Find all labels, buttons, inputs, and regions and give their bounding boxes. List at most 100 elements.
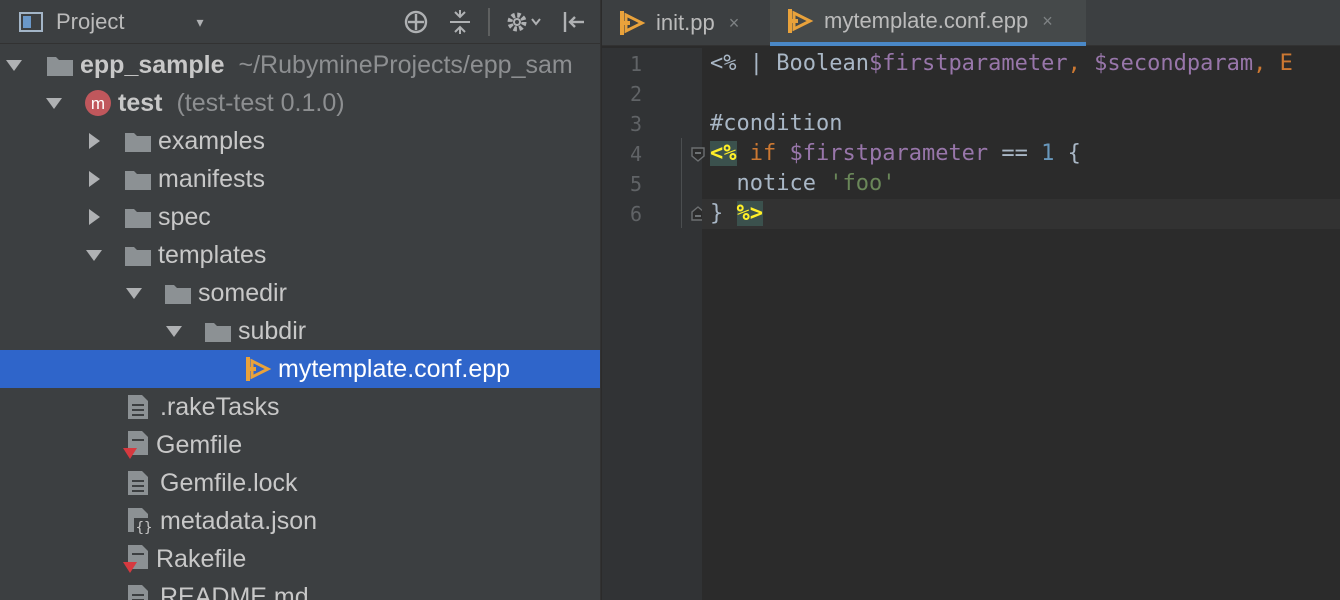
tree-item-label: manifests: [158, 164, 265, 193]
tree-item-gemfile[interactable]: Gemfile: [0, 426, 600, 464]
folder-icon: [124, 165, 156, 193]
code-identifier: notice: [736, 171, 830, 196]
code-keyword: if: [749, 141, 777, 166]
close-icon[interactable]: ×: [1042, 11, 1053, 32]
tree-item-label: Rakefile: [156, 544, 247, 573]
tree-item-label: Gemfile.lock: [160, 468, 298, 497]
expanded-arrow-icon[interactable]: [124, 283, 144, 303]
locate-icon[interactable]: [400, 0, 432, 44]
code-brace: }: [710, 201, 737, 226]
code-line-5: notice 'foo': [702, 169, 1340, 199]
tree-item-raketasks[interactable]: .rakeTasks: [0, 388, 600, 426]
code-comment: #condition: [710, 111, 843, 136]
gear-icon[interactable]: [500, 0, 548, 44]
line-number-gutter[interactable]: 1 2 3 4 5 6: [602, 48, 705, 600]
code-truncated-rest: , E: [1253, 51, 1293, 76]
code-variable: $firstparameter: [789, 141, 989, 166]
tree-item-label: somedir: [198, 278, 287, 307]
expanded-arrow-icon[interactable]: [84, 245, 104, 265]
tree-item-label: templates: [158, 240, 267, 269]
panel-title[interactable]: Project: [56, 0, 176, 44]
text-file-icon: [126, 469, 158, 497]
text-file-icon: [126, 583, 158, 600]
expanded-arrow-icon[interactable]: [164, 321, 184, 341]
code-variable: $secondparam: [1094, 51, 1254, 76]
tree-item-label: epp_sample: [80, 50, 225, 79]
line-number: 1: [629, 52, 642, 76]
code-line-6-current: } %>: [702, 199, 1340, 229]
toolbar-separator: [488, 0, 490, 44]
project-tool-window: Project ▾ epp_sample ~/RubymineProjects/…: [0, 0, 600, 600]
tree-item-label: README.md: [160, 582, 309, 600]
json-file-icon: {}: [126, 507, 158, 536]
folder-icon: [204, 317, 236, 345]
tree-item-somedir[interactable]: somedir: [0, 274, 600, 312]
tree-item-label: examples: [158, 126, 265, 155]
collapsed-arrow-icon[interactable]: [84, 169, 104, 189]
code-pipe: |: [736, 51, 777, 76]
ruby-file-icon: [122, 431, 154, 459]
svg-text:{}: {}: [136, 520, 153, 536]
close-icon[interactable]: ×: [729, 13, 740, 34]
code-number: 1: [1041, 141, 1055, 166]
folder-icon: [164, 279, 196, 307]
code-operator: ==: [988, 141, 1042, 166]
tree-item-mytemplate-conf-epp[interactable]: mytemplate.conf.epp: [0, 350, 600, 388]
code-brace: {: [1054, 141, 1081, 166]
tree-item-metadata-json[interactable]: {} metadata.json: [0, 502, 600, 540]
epp-tag-close: %>: [736, 201, 763, 226]
tree-item-label: metadata.json: [160, 506, 318, 535]
tree-item-version-hint: (test-test 0.1.0): [176, 88, 345, 117]
folder-icon: [124, 241, 156, 269]
hide-panel-icon[interactable]: [556, 0, 592, 44]
tree-item-spec[interactable]: spec: [0, 198, 600, 236]
tree-item-label: .rakeTasks: [160, 392, 280, 421]
tree-item-label: mytemplate.conf.epp: [278, 354, 511, 383]
project-view-icon: [16, 0, 46, 44]
tab-label: init.pp: [656, 10, 715, 35]
expanded-arrow-icon[interactable]: [4, 55, 24, 75]
code-line-4: <% if $firstparameter == 1 {: [702, 139, 1340, 169]
tree-item-readme-md[interactable]: README.md: [0, 578, 600, 600]
collapsed-arrow-icon[interactable]: [84, 131, 104, 151]
folder-icon: [124, 203, 156, 231]
tree-item-label: spec: [158, 202, 211, 231]
tree-item-rakefile[interactable]: Rakefile: [0, 540, 600, 578]
folder-icon: [124, 127, 156, 155]
tree-item-manifests[interactable]: manifests: [0, 160, 600, 198]
collapse-all-icon[interactable]: [444, 0, 476, 44]
code-string: 'foo': [829, 171, 896, 196]
fold-guide: [681, 138, 682, 228]
tab-mytemplate-conf-epp[interactable]: mytemplate.conf.epp ×: [770, 0, 1086, 46]
tree-item-label: subdir: [238, 316, 307, 345]
tree-item-test[interactable]: m test (test-test 0.1.0): [0, 84, 600, 122]
code-line-3: #condition: [702, 109, 1340, 139]
tree-item-path-hint: ~/RubymineProjects/epp_sam: [238, 50, 573, 79]
module-icon: m: [84, 89, 116, 117]
tab-init-pp[interactable]: init.pp ×: [602, 0, 768, 46]
expanded-arrow-icon[interactable]: [44, 93, 64, 113]
project-tree: epp_sample ~/RubymineProjects/epp_sam m …: [0, 46, 600, 600]
puppet-file-icon: [618, 10, 646, 36]
code-comma: ,: [1067, 51, 1095, 76]
tree-item-examples[interactable]: examples: [0, 122, 600, 160]
editor-tab-bar: init.pp × mytemplate.conf.epp ×: [602, 0, 1340, 46]
folder-icon: [46, 51, 78, 79]
tree-item-templates[interactable]: templates: [0, 236, 600, 274]
code-line-1: <% | Boolean$firstparameter, $secondpara…: [702, 49, 1340, 79]
epp-file-icon: [244, 355, 276, 383]
line-number: 6: [629, 202, 642, 226]
line-number: 2: [629, 82, 642, 106]
epp-parameter-tag-open: <%: [710, 51, 737, 76]
tree-item-epp-sample[interactable]: epp_sample ~/RubymineProjects/epp_sam: [0, 46, 600, 84]
tree-item-subdir[interactable]: subdir: [0, 312, 600, 350]
svg-text:m: m: [91, 94, 105, 113]
collapsed-arrow-icon[interactable]: [84, 207, 104, 227]
line-number: 3: [629, 112, 642, 136]
tree-item-gemfile-lock[interactable]: Gemfile.lock: [0, 464, 600, 502]
chevron-down-icon[interactable]: ▾: [186, 0, 214, 44]
epp-tag-open: <%: [710, 141, 737, 166]
ruby-file-icon: [122, 545, 154, 573]
code-editor[interactable]: <% | Boolean$firstparameter, $secondpara…: [702, 48, 1340, 600]
